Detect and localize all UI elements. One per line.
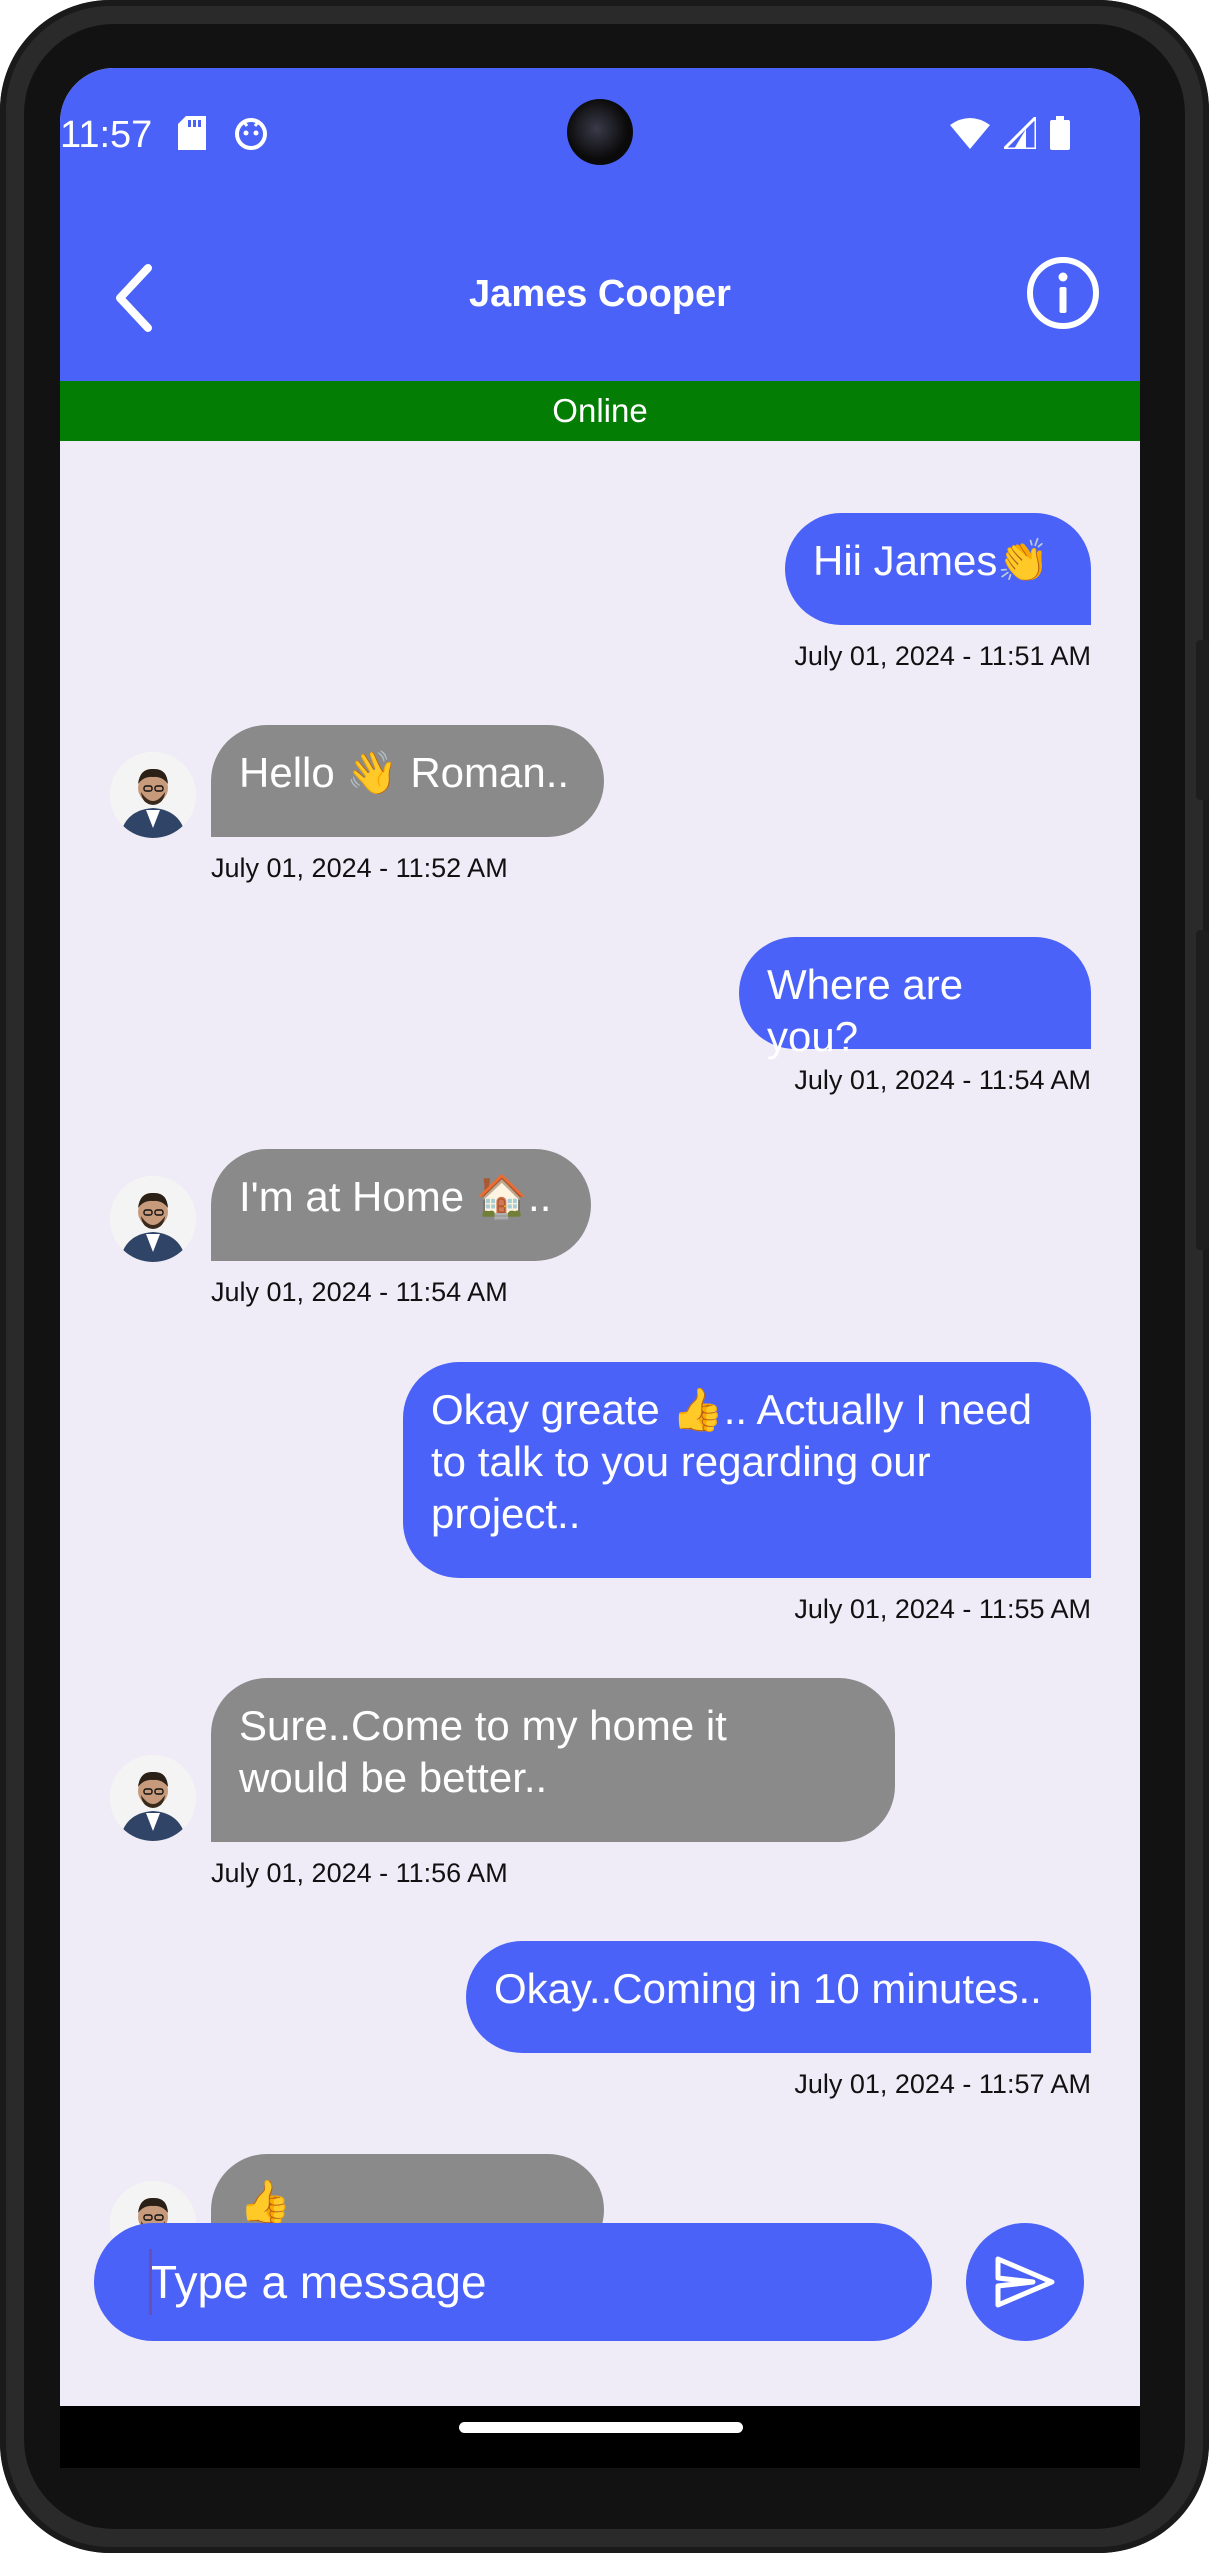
- contact-avatar: [110, 752, 196, 838]
- message-timestamp: July 01, 2024 - 11:54 AM: [211, 1277, 508, 1307]
- text-cursor: [149, 2249, 152, 2315]
- home-gesture-bar[interactable]: [459, 2422, 743, 2433]
- info-button[interactable]: [1026, 256, 1100, 330]
- status-icons-left: [178, 116, 268, 150]
- message-timestamp: July 01, 2024 - 11:57 AM: [794, 2069, 1091, 2099]
- avatar-image: [110, 752, 196, 838]
- wifi-icon: [950, 118, 990, 149]
- incoming-message-bubble: I'm at Home 🏠..: [211, 1149, 591, 1261]
- outgoing-message-bubble: Where are you?: [739, 937, 1091, 1060]
- cell-signal-icon: [1004, 117, 1036, 149]
- message-timestamp: July 01, 2024 - 11:56 AM: [211, 1858, 508, 1888]
- outgoing-message-bubble: Hii James👏: [785, 513, 1091, 625]
- message-timestamp: July 01, 2024 - 11:55 AM: [794, 1594, 1091, 1624]
- incoming-message-bubble: Hello 👋 Roman..: [211, 725, 604, 837]
- message-composer: [60, 2223, 1140, 2383]
- outgoing-message-bubble: Okay greate 👍.. Actually I need to talk …: [403, 1362, 1091, 1578]
- online-status-bar: Online: [60, 381, 1140, 441]
- message-timestamp: July 01, 2024 - 11:51 AM: [794, 641, 1091, 671]
- front-camera: [567, 99, 633, 165]
- app-bar: 11:57 James Cooper: [60, 68, 1140, 381]
- message-timestamp: July 01, 2024 - 11:52 AM: [211, 853, 508, 883]
- sd-card-icon: [178, 116, 206, 150]
- send-button[interactable]: [966, 2223, 1084, 2341]
- send-icon: [995, 2256, 1055, 2308]
- info-icon: [1027, 257, 1099, 329]
- outgoing-message-bubble: Okay..Coming in 10 minutes..: [466, 1941, 1091, 2053]
- contact-name: James Cooper: [469, 273, 731, 315]
- status-time: 11:57: [60, 114, 153, 156]
- battery-icon: [1050, 116, 1070, 150]
- message-timestamp: July 01, 2024 - 11:54 AM: [794, 1065, 1091, 1095]
- power-button: [1196, 640, 1209, 800]
- app-screen: 11:57 James Cooper Online Hii James👏 Jul…: [60, 68, 1140, 2468]
- contact-avatar: [110, 1755, 196, 1841]
- system-nav-bar: [60, 2406, 1140, 2468]
- status-icons-right: [950, 116, 1070, 150]
- avatar-image: [110, 1755, 196, 1841]
- incoming-message-bubble: Sure..Come to my home it would be better…: [211, 1678, 895, 1842]
- app-notification-icon: [235, 118, 267, 150]
- message-list: Hii James👏 July 01, 2024 - 11:51 AM Hell…: [60, 441, 1140, 2267]
- avatar-image: [110, 1176, 196, 1262]
- volume-button: [1196, 930, 1209, 1250]
- message-input[interactable]: [94, 2223, 932, 2341]
- contact-avatar: [110, 1176, 196, 1262]
